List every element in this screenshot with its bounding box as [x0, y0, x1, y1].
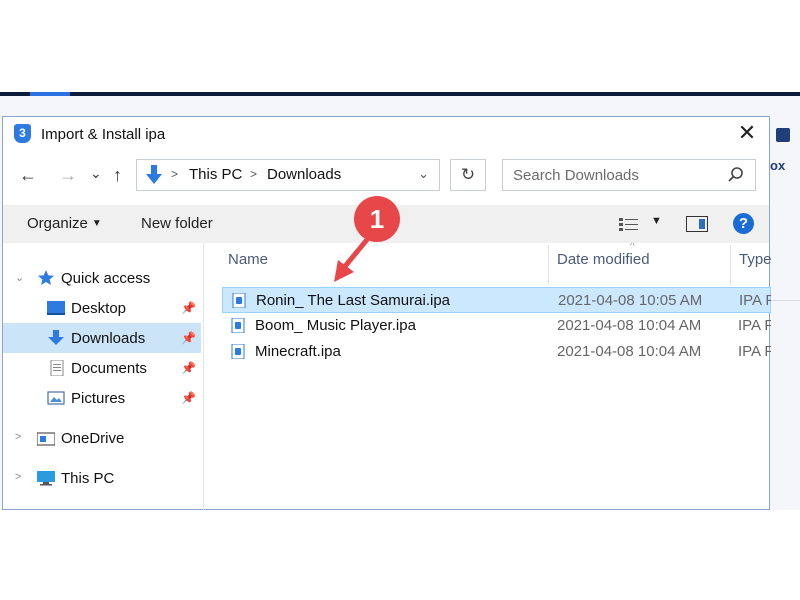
sidebar-item-desktop[interactable]: Desktop 📌: [3, 293, 201, 323]
dialog-title: Import & Install ipa: [41, 126, 166, 143]
app-shield-icon: 3: [14, 124, 31, 143]
sidebar-item-downloads[interactable]: Downloads 📌: [3, 323, 201, 353]
document-icon: [50, 360, 64, 376]
collapse-chevron-icon[interactable]: ⌄: [15, 271, 24, 284]
breadcrumb-downloads[interactable]: Downloads: [267, 166, 341, 183]
sidebar-item-label: Downloads: [71, 330, 146, 347]
pin-icon[interactable]: 📌: [181, 301, 196, 315]
file-list: ^ Name Date modified Type Ronin_ The Las…: [204, 243, 771, 511]
download-icon: [48, 330, 64, 345]
forward-arrow-icon[interactable]: →: [59, 165, 77, 185]
file-row[interactable]: Boom_ Music Player.ipa 2021-04-08 10:04 …: [222, 313, 771, 339]
navigation-bar: ← → ⌄ ↑ > This PC > Downloads ⌄ ↻: [3, 157, 769, 193]
ipa-file-icon: [231, 344, 245, 359]
file-row[interactable]: Minecraft.ipa 2021-04-08 10:04 AM IPA F: [222, 339, 771, 365]
refresh-button[interactable]: ↻: [450, 159, 486, 191]
pin-icon[interactable]: 📌: [181, 331, 196, 345]
sidebar-item-label: Desktop: [71, 300, 127, 317]
file-type: IPA F: [738, 317, 771, 334]
sidebar-item-quick-access[interactable]: ⌄ Quick access: [3, 263, 201, 293]
computer-icon: [37, 471, 55, 486]
ipa-file-icon: [231, 318, 245, 333]
pictures-icon: [47, 391, 65, 405]
sidebar-item-onedrive[interactable]: > OneDrive: [3, 423, 201, 453]
new-folder-button[interactable]: New folder: [141, 215, 213, 232]
file-name: Boom_ Music Player.ipa: [255, 317, 416, 334]
preview-pane-icon[interactable]: [686, 216, 708, 232]
search-input[interactable]: [503, 160, 723, 190]
ipa-file-icon: [232, 293, 246, 308]
desktop-icon: [47, 301, 65, 315]
pin-icon[interactable]: 📌: [181, 391, 196, 405]
background-divider: [770, 300, 800, 301]
refresh-icon: ↻: [460, 165, 476, 184]
star-icon: [38, 270, 54, 285]
file-type: IPA F: [739, 292, 771, 309]
help-icon[interactable]: ?: [733, 213, 754, 234]
column-separator[interactable]: [730, 245, 731, 285]
close-button[interactable]: ✕: [735, 121, 759, 145]
column-separator[interactable]: [548, 245, 549, 285]
sidebar-item-label: Quick access: [61, 270, 151, 287]
sidebar-item-pictures[interactable]: Pictures 📌: [3, 383, 201, 413]
file-name: Ronin_ The Last Samurai.ipa: [256, 292, 451, 309]
caret-down-icon: ▼: [91, 218, 102, 229]
file-date: 2021-04-08 10:04 AM: [557, 343, 702, 360]
sidebar-item-documents[interactable]: Documents 📌: [3, 353, 201, 383]
file-date: 2021-04-08 10:04 AM: [557, 317, 702, 334]
file-row[interactable]: Ronin_ The Last Samurai.ipa 2021-04-08 1…: [222, 287, 771, 313]
search-box: [502, 159, 756, 191]
import-install-dialog: 3 Import & Install ipa ✕ ← → ⌄ ↑ > This …: [2, 116, 771, 511]
onedrive-icon: [37, 432, 55, 446]
dialog-title-bar: 3 Import & Install ipa ✕: [3, 117, 769, 151]
column-header-type[interactable]: Type: [739, 251, 771, 268]
up-arrow-icon[interactable]: ↑: [113, 165, 122, 185]
organize-label: Organize: [27, 215, 88, 232]
sidebar-item-this-pc[interactable]: > This PC: [3, 463, 201, 493]
expand-chevron-icon[interactable]: >: [15, 471, 21, 483]
column-header-date-modified[interactable]: Date modified: [557, 251, 650, 268]
view-caret-icon[interactable]: ▼: [651, 215, 662, 227]
sidebar-item-label: Pictures: [71, 390, 126, 407]
organize-menu[interactable]: Organize ▼: [27, 215, 102, 232]
sidebar-item-label: OneDrive: [61, 430, 125, 447]
address-bar[interactable]: > This PC > Downloads ⌄: [136, 159, 440, 191]
address-dropdown-icon[interactable]: ⌄: [418, 166, 429, 182]
pin-icon[interactable]: 📌: [181, 361, 196, 375]
file-date: 2021-04-08 10:05 AM: [558, 292, 703, 309]
file-type: IPA F: [738, 343, 771, 360]
column-header-name[interactable]: Name: [228, 251, 268, 268]
back-arrow-icon[interactable]: ←: [19, 165, 37, 185]
annotation-arrow-icon: [334, 233, 373, 282]
downloads-folder-icon: [146, 165, 162, 184]
navigation-pane: ⌄ Quick access Desktop 📌 Downloads 📌 Doc…: [3, 243, 201, 511]
sidebar-item-label: This PC: [61, 470, 115, 487]
view-options-icon[interactable]: [618, 216, 640, 232]
background-toolbox-label: ox: [770, 158, 786, 173]
expand-chevron-icon[interactable]: >: [15, 431, 21, 443]
breadcrumb-chevron-icon: >: [171, 167, 179, 181]
search-icon[interactable]: [727, 166, 745, 184]
background-toolbox-icon: [776, 128, 790, 142]
file-name: Minecraft.ipa: [255, 343, 341, 360]
breadcrumb-this-pc[interactable]: This PC: [189, 166, 242, 183]
breadcrumb-chevron-icon: >: [250, 167, 258, 181]
sidebar-item-label: Documents: [71, 360, 147, 377]
recent-locations-icon[interactable]: ⌄: [90, 163, 102, 183]
